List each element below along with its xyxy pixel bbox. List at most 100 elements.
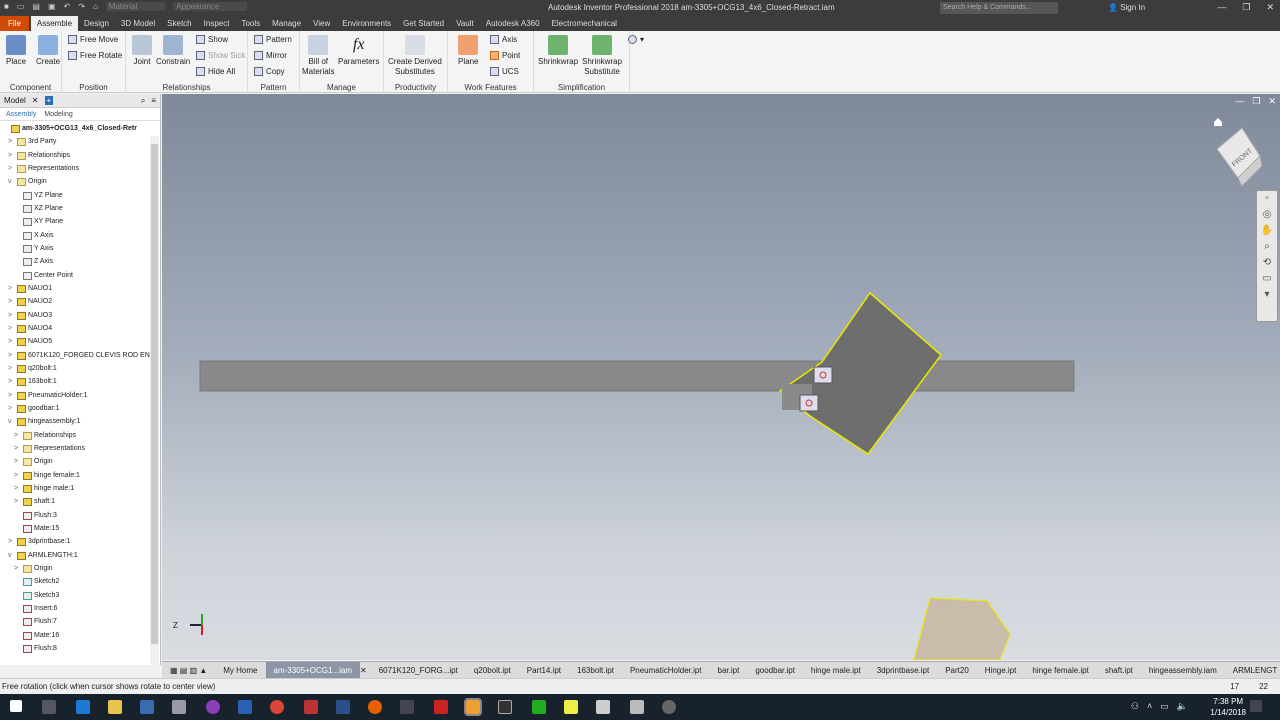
tray-expand-icon[interactable]: ˄ — [1147, 701, 1152, 712]
orbit-icon[interactable]: ⟲ — [1257, 255, 1277, 271]
tab-autodesk-a360[interactable]: Autodesk A360 — [480, 16, 546, 31]
tree-item[interactable]: > goodbar:1 — [8, 403, 60, 415]
tree-expander-icon[interactable]: v — [8, 416, 15, 428]
browser-search-icon[interactable]: ⌕ — [141, 96, 145, 106]
doc-tab[interactable]: PneumaticHolder.ipt — [622, 662, 710, 678]
person-icon[interactable]: ⚇ — [1131, 701, 1139, 712]
home-view-icon[interactable] — [1214, 118, 1222, 126]
tab-inspect[interactable]: Inspect — [198, 16, 236, 31]
tree-item[interactable]: > q20bolt:1 — [8, 363, 57, 375]
tree-expander-icon[interactable]: > — [8, 403, 15, 415]
add-browser-icon[interactable]: + — [44, 96, 54, 105]
shrinkwrap-button[interactable]: Shrinkwrap — [538, 35, 578, 67]
pan-icon[interactable]: ✋ — [1257, 223, 1277, 239]
close-doc-tab-icon[interactable]: ✕ — [360, 662, 371, 678]
tree-item[interactable]: >163bolt:1 — [8, 376, 57, 388]
plane-button[interactable]: Plane — [458, 35, 478, 67]
tree-item[interactable]: > NAUO4 — [8, 323, 52, 335]
app-icon-8[interactable] — [498, 700, 512, 714]
tree-expander-icon[interactable]: > — [8, 310, 15, 322]
app-icon-5[interactable] — [336, 700, 350, 714]
panel-label-relationships[interactable]: Relationships — [126, 83, 247, 92]
pattern-button[interactable]: Pattern — [254, 35, 292, 44]
tab-manage[interactable]: Manage — [266, 16, 307, 31]
app-icon-1[interactable] — [140, 700, 154, 714]
tile-icons[interactable]: ▦ ▤ ▥ ▲ — [162, 662, 215, 678]
excel-icon[interactable] — [532, 700, 546, 714]
create-derived-button[interactable]: Create Derived Substitutes — [388, 35, 442, 77]
maximize-button[interactable]: ❐ — [1242, 2, 1250, 13]
shrinkwrap-substitute-button[interactable]: Shrinkwrap Substitute — [582, 35, 622, 77]
tree-item[interactable]: v Origin — [8, 176, 47, 188]
undo-icon[interactable]: ↶ — [64, 2, 71, 11]
tree-item[interactable]: v ARMLENGTH:1 — [8, 550, 78, 562]
tree-item[interactable]: YZ Plane — [14, 190, 63, 202]
doc-tab[interactable]: Part20 — [937, 662, 977, 678]
doc-tab[interactable]: hinge male.ipt — [803, 662, 869, 678]
doc-tab[interactable]: Hinge.ipt — [977, 662, 1025, 678]
look-at-icon[interactable]: ▭ — [1257, 271, 1277, 287]
view-cube[interactable]: FRONT — [1216, 127, 1263, 187]
app-icon-11[interactable] — [662, 700, 676, 714]
tree-item[interactable]: Mate:16 — [14, 630, 59, 642]
nav-close-icon[interactable]: ▫ — [1257, 191, 1277, 207]
tab-tools[interactable]: Tools — [235, 16, 266, 31]
home-icon[interactable]: ⌂ — [93, 2, 98, 11]
tree-expander-icon[interactable]: > — [14, 430, 21, 442]
panel-label-position[interactable]: Position — [62, 83, 125, 92]
tree-expander-icon[interactable]: > — [8, 283, 15, 295]
constraint-glyph-1[interactable] — [813, 366, 833, 384]
tree-item[interactable]: am-3305+OCG13_4x6_Closed-Retr — [2, 123, 137, 135]
tree-item[interactable]: > Representations — [8, 163, 79, 175]
tree-item[interactable]: > NAUO1 — [8, 283, 52, 295]
firefox-icon[interactable] — [368, 700, 382, 714]
tree-item[interactable]: Flush:3 — [14, 510, 57, 522]
material-select[interactable]: Material — [105, 2, 166, 11]
joint-button[interactable]: Joint — [132, 35, 152, 67]
tree-expander-icon[interactable]: > — [14, 456, 21, 468]
tree-expander-icon[interactable]: > — [8, 150, 15, 162]
close-button[interactable]: ✕ — [1266, 2, 1274, 13]
axis-button[interactable]: Axis — [490, 35, 517, 44]
free-rotate-button[interactable]: Free Rotate — [68, 51, 122, 60]
ribbon-options-icon[interactable]: ▾ — [628, 35, 644, 44]
panel-label-simplification[interactable]: Simplification — [534, 83, 629, 92]
tree-expander-icon[interactable]: > — [8, 536, 15, 548]
selected-plate[interactable] — [778, 291, 943, 456]
tab-file[interactable]: File — [0, 16, 29, 31]
constrain-button[interactable]: Constrain — [156, 35, 190, 67]
close-browser-icon[interactable]: ✕ — [32, 96, 39, 105]
tree-item[interactable]: > Relationships — [14, 430, 76, 442]
notification-icon[interactable] — [1250, 700, 1262, 712]
show-sick-button[interactable]: Show Sick — [196, 51, 245, 60]
browser-menu-icon[interactable]: ≡ — [151, 96, 156, 105]
panel-label-work-features[interactable]: Work Features — [448, 83, 533, 92]
file-explorer-icon[interactable] — [108, 700, 122, 714]
windows-start-icon[interactable] — [10, 700, 22, 712]
doc-tab[interactable]: ARMLENGT — [1225, 662, 1280, 678]
tree-item[interactable]: > NAUO5 — [8, 336, 52, 348]
tree-item[interactable]: > NAUO3 — [8, 310, 52, 322]
tree-item[interactable]: Center Point — [14, 270, 73, 282]
notes-icon[interactable] — [564, 700, 578, 714]
tab-3d-model[interactable]: 3D Model — [115, 16, 161, 31]
tab-view[interactable]: View — [307, 16, 336, 31]
tree-item[interactable]: Z Axis — [14, 256, 53, 268]
tree-item[interactable]: > Origin — [14, 563, 53, 575]
clock[interactable]: 7:38 PM 1/14/2018 — [1210, 696, 1246, 718]
create-button[interactable]: Create — [36, 35, 60, 67]
tree-expander-icon[interactable]: > — [14, 470, 21, 482]
doc-tab[interactable]: 6071K120_FORG...ipt — [371, 662, 466, 678]
tree-expander-icon[interactable]: > — [14, 563, 21, 575]
point-button[interactable]: Point — [490, 51, 520, 60]
inventor-icon[interactable] — [464, 698, 482, 716]
app-icon-2[interactable] — [172, 700, 186, 714]
tree-item[interactable]: >6071K120_FORGED CLEVIS ROD END: — [8, 350, 157, 362]
doc-tab[interactable]: shaft.ipt — [1097, 662, 1141, 678]
task-view-icon[interactable] — [42, 700, 56, 714]
tree-expander-icon[interactable]: > — [8, 336, 15, 348]
tree-item[interactable]: > hinge female:1 — [14, 470, 80, 482]
model-geometry[interactable]: FRONT Z — [162, 94, 1280, 660]
sign-in-button[interactable]: 👤 Sign In — [1108, 3, 1145, 12]
show-button[interactable]: Show — [196, 35, 228, 44]
